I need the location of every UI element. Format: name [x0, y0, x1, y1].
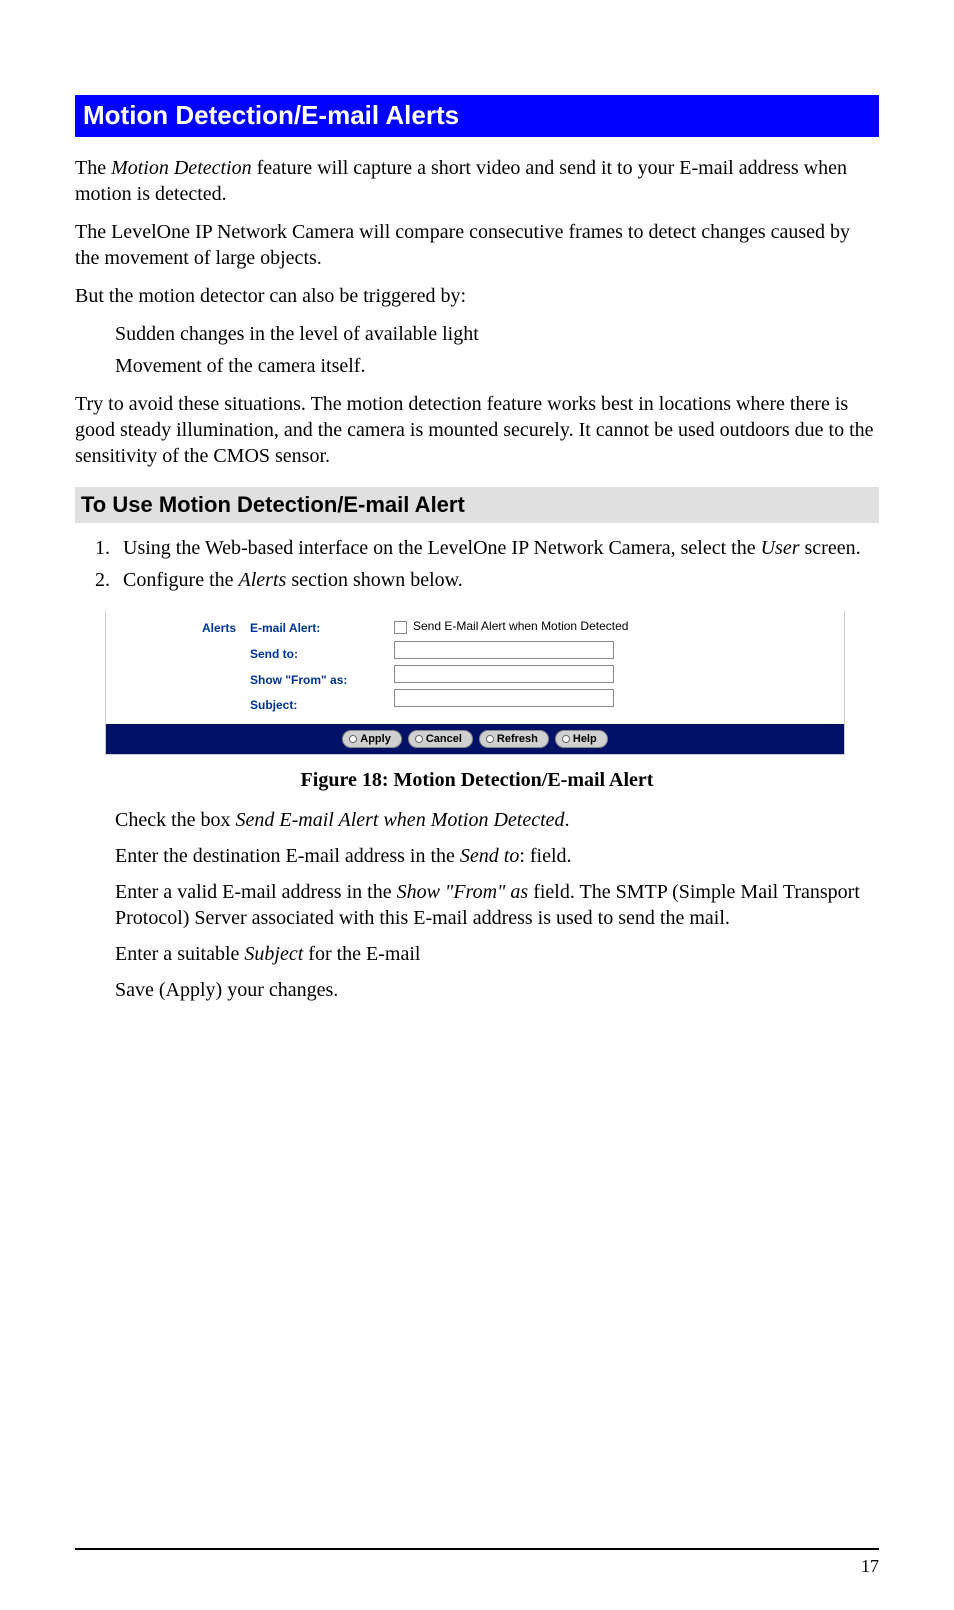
page-number: 17 [861, 1555, 879, 1578]
text-italic: Send to [460, 845, 519, 867]
show-from-input[interactable] [394, 665, 614, 683]
help-button[interactable]: Help [555, 730, 608, 748]
numbered-steps: Using the Web-based interface on the Lev… [75, 535, 879, 593]
alerts-figure: Alerts E-mail Alert: Send to: Show "From… [105, 611, 879, 755]
step-item: Configure the Alerts section shown below… [115, 567, 879, 593]
dot-icon [415, 735, 423, 743]
dot-icon [349, 735, 357, 743]
text: for the E-mail [303, 943, 420, 965]
send-to-input[interactable] [394, 641, 614, 659]
paragraph: The LevelOne IP Network Camera will comp… [75, 219, 879, 271]
button-label: Refresh [497, 732, 538, 746]
bullet-list: Sudden changes in the level of available… [75, 321, 879, 379]
text-italic: Send E-mail Alert when Motion Detected [236, 809, 565, 831]
button-bar: Apply Cancel Refresh Help [106, 724, 844, 754]
section-heading: To Use Motion Detection/E-mail Alert [75, 487, 879, 524]
checkbox-row: Send E-Mail Alert when Motion Detected [394, 619, 834, 635]
paragraph-intro: The Motion Detection feature will captur… [75, 155, 879, 207]
button-label: Cancel [426, 732, 462, 746]
text: Check the box [115, 809, 236, 831]
button-label: Apply [360, 732, 391, 746]
instruction-item: Enter a suitable Subject for the E-mail [115, 941, 879, 967]
bullet-item: Sudden changes in the level of available… [115, 321, 879, 347]
text-italic: Motion Detection [111, 157, 252, 179]
text-italic: Subject [244, 943, 303, 965]
apply-button[interactable]: Apply [342, 730, 402, 748]
figure-caption: Figure 18: Motion Detection/E-mail Alert [75, 767, 879, 793]
paragraph: But the motion detector can also be trig… [75, 283, 879, 309]
text: screen. [800, 537, 861, 559]
page-title: Motion Detection/E-mail Alerts [75, 95, 879, 137]
footer-divider [75, 1548, 879, 1550]
paragraph: Try to avoid these situations. The motio… [75, 391, 879, 469]
refresh-button[interactable]: Refresh [479, 730, 549, 748]
cancel-button[interactable]: Cancel [408, 730, 473, 748]
dot-icon [486, 735, 494, 743]
step-item: Using the Web-based interface on the Lev… [115, 535, 879, 561]
text: Using the Web-based interface on the Lev… [123, 537, 761, 559]
text-italic: User [761, 537, 800, 559]
label-email-alert: E-mail Alert: [250, 621, 380, 637]
text: The [75, 157, 111, 179]
send-alert-checkbox[interactable] [394, 621, 407, 634]
text: section shown below. [286, 569, 462, 591]
text: Enter a valid E-mail address in the [115, 881, 397, 903]
text: : field. [519, 845, 571, 867]
bullet-item: Movement of the camera itself. [115, 353, 879, 379]
label-send-to: Send to: [250, 647, 380, 663]
instruction-item: Enter a valid E-mail address in the Show… [115, 879, 879, 931]
checkbox-label: Send E-Mail Alert when Motion Detected [413, 619, 628, 635]
label-show-from: Show "From" as: [250, 673, 380, 689]
text-italic: Alerts [239, 569, 287, 591]
instruction-list: Check the box Send E-mail Alert when Mot… [75, 807, 879, 1003]
subject-input[interactable] [394, 689, 614, 707]
text: Configure the [123, 569, 239, 591]
instruction-item: Enter the destination E-mail address in … [115, 843, 879, 869]
text-italic: Show "From" as [397, 881, 529, 903]
button-label: Help [573, 732, 597, 746]
dot-icon [562, 735, 570, 743]
instruction-item: Check the box Send E-mail Alert when Mot… [115, 807, 879, 833]
alerts-side-label: Alerts [116, 619, 236, 713]
label-subject: Subject: [250, 698, 380, 714]
text: Enter a suitable [115, 943, 244, 965]
instruction-item: Save (Apply) your changes. [115, 977, 879, 1003]
text: . [565, 809, 570, 831]
text: Enter the destination E-mail address in … [115, 845, 460, 867]
alerts-panel: Alerts E-mail Alert: Send to: Show "From… [105, 611, 845, 755]
